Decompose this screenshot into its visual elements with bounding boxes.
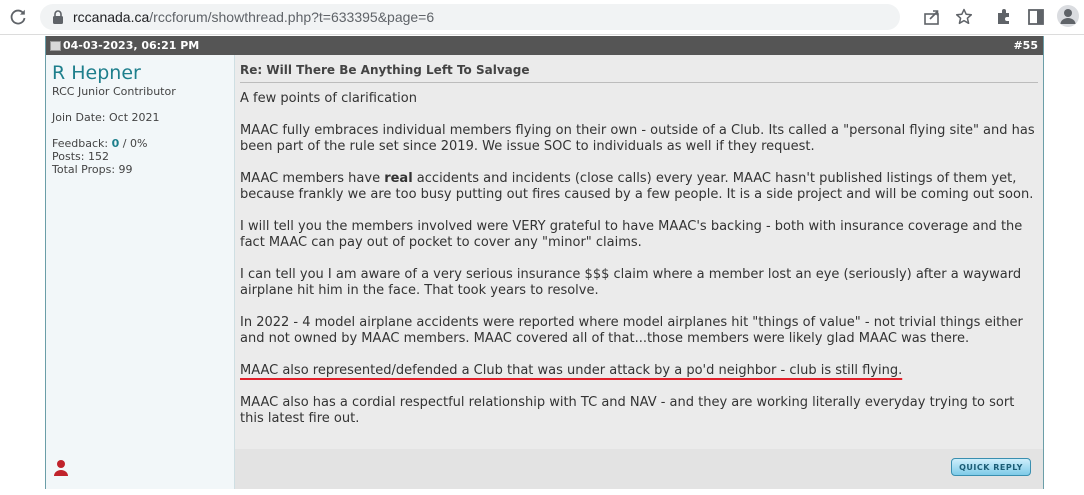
extensions-icon[interactable] [994, 7, 1014, 27]
quick-reply-button[interactable]: QUICK REPLY [951, 458, 1031, 476]
username-link[interactable]: R Hepner [52, 62, 141, 84]
post-title: Re: Will There Be Anything Left To Salva… [240, 63, 1038, 83]
post-body: A few points of clarification MAAC fully… [240, 91, 1042, 443]
lock-icon[interactable] [52, 10, 64, 24]
feedback-stat: Feedback: 0 / 0% [52, 137, 147, 150]
underlined-text: MAAC also represented/defended a Club th… [240, 363, 903, 378]
browser-toolbar: rccanada.ca/rccforum/showthread.php?t=63… [0, 0, 1084, 35]
profile-avatar[interactable] [1057, 5, 1079, 27]
bookmark-star-icon[interactable] [954, 7, 974, 27]
paragraph-text: MAAC members have [240, 171, 385, 186]
url-path: /rccforum/showthread.php?t=633395&page=6 [149, 9, 435, 25]
post-paragraph: I will tell you the members involved wer… [240, 219, 1023, 250]
post-header-bar: 04-03-2023, 06:21 PM #55 [46, 36, 1043, 55]
join-date: Join Date: Oct 2021 [52, 111, 160, 124]
post-paragraph: I can tell you I am aware of a very seri… [240, 267, 1022, 298]
user-info-panel: R Hepner RCC Junior Contributor Join Dat… [46, 55, 235, 489]
post-paragraph: MAAC members have real accidents and inc… [240, 171, 1042, 203]
feedback-percent: / 0% [119, 137, 148, 150]
profile-person-icon [1060, 9, 1076, 24]
url-text[interactable]: rccanada.ca/rccforum/showthread.php?t=63… [73, 9, 434, 25]
post-status-icon [50, 41, 61, 51]
post-paragraph-underlined: MAAC also represented/defended a Club th… [240, 363, 1042, 379]
reload-icon[interactable] [8, 7, 28, 27]
user-offline-icon [54, 460, 68, 476]
post-count: Posts: 152 [52, 150, 109, 163]
post-footer: QUICK REPLY [235, 449, 1043, 489]
address-bar[interactable]: rccanada.ca/rccforum/showthread.php?t=63… [40, 4, 900, 30]
url-domain: rccanada.ca [73, 9, 150, 25]
feedback-label: Feedback: [52, 137, 112, 150]
post-datetime: 04-03-2023, 06:21 PM [63, 39, 200, 52]
side-panel-icon[interactable] [1026, 7, 1046, 27]
forum-post: 04-03-2023, 06:21 PM #55 R Hepner RCC Ju… [45, 36, 1044, 489]
post-content-area: Re: Will There Be Anything Left To Salva… [235, 55, 1043, 489]
bold-word: real [384, 171, 413, 186]
post-paragraph: A few points of clarification [240, 91, 417, 106]
post-paragraph: MAAC fully embraces individual members f… [240, 123, 1035, 154]
user-title: RCC Junior Contributor [52, 85, 176, 98]
post-number-link[interactable]: #55 [1013, 39, 1038, 52]
post-paragraph: In 2022 - 4 model airplane accidents wer… [240, 315, 1023, 346]
share-icon[interactable] [922, 7, 942, 27]
post-paragraph: MAAC also has a cordial respectful relat… [240, 395, 1015, 426]
total-props: Total Props: 99 [52, 163, 133, 176]
